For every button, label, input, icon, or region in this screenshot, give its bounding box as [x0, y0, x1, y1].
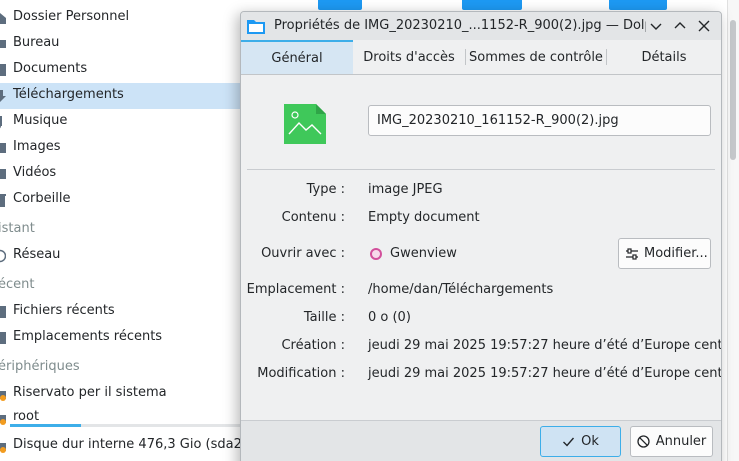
gwenview-icon: [370, 248, 382, 260]
desktop: Dossier Personnel Bureau Documents Téléc…: [0, 0, 739, 461]
modified-label: Modification :: [257, 366, 345, 381]
type-label: Type :: [306, 182, 345, 197]
folder-icon: [609, 0, 667, 10]
modify-button[interactable]: Modifier...: [618, 238, 711, 269]
place-trash[interactable]: Corbeille: [0, 187, 248, 213]
folder-icon: [318, 0, 362, 10]
file-name-field[interactable]: [368, 105, 711, 136]
type-value: image JPEG: [368, 182, 443, 197]
place-device-sda2[interactable]: Disque dur interne 476,3 Gio (sda2): [0, 433, 248, 459]
view-scrollbar-thumb[interactable]: [730, 20, 736, 160]
location-value: /home/dan/Téléchargements: [368, 282, 554, 297]
general-tab-content: Type : image JPEG Contenu : Empty docume…: [241, 75, 721, 420]
place-downloads[interactable]: Téléchargements: [0, 83, 248, 109]
music-icon: [0, 116, 2, 129]
tab-general[interactable]: Général: [241, 40, 353, 74]
tab-checksums[interactable]: Sommes de contrôle: [466, 40, 606, 74]
drive-icon: [0, 443, 6, 453]
checkmark-icon: [563, 437, 575, 447]
dolphin-app-icon: [247, 20, 265, 34]
properties-dialog: Propriétés de IMG_20230210_...1152-R_900…: [240, 11, 722, 461]
dialog-title: Propriétés de IMG_20230210_...1152-R_900…: [274, 18, 646, 33]
modified-value: jeudi 29 mai 2025 19:57:27 heure d’été d…: [368, 366, 722, 381]
places-header-recent: écent: [0, 277, 35, 292]
place-desktop[interactable]: Bureau: [0, 31, 248, 57]
open-with-label: Ouvrir avec :: [261, 246, 345, 261]
drive-icon: [0, 391, 6, 401]
content-value: Empty document: [368, 210, 480, 225]
open-with-value: Gwenview: [390, 246, 457, 261]
place-label: Corbeille: [13, 191, 71, 206]
places-header-remote: istant: [0, 221, 35, 236]
dialog-button-box: Ok Annuler: [241, 420, 721, 461]
divider: [247, 169, 715, 170]
drive-icon: [0, 415, 6, 425]
place-label: Disque dur interne 476,3 Gio (sda2): [13, 437, 247, 452]
desktop-icon: [0, 40, 6, 48]
location-label: Emplacement :: [246, 282, 345, 297]
videos-icon: [0, 169, 6, 179]
place-home[interactable]: Dossier Personnel: [0, 5, 248, 31]
cancel-button[interactable]: Annuler: [630, 426, 713, 457]
close-icon[interactable]: [695, 17, 713, 35]
place-label: Fichiers récents: [13, 303, 115, 318]
place-music[interactable]: Musique: [0, 109, 248, 135]
place-label: Images: [13, 139, 61, 154]
place-label: root: [13, 409, 40, 424]
cancel-icon: [637, 435, 650, 448]
place-images[interactable]: Images: [0, 135, 248, 161]
content-label: Contenu :: [281, 210, 345, 225]
images-icon: [0, 143, 6, 153]
place-recent-files[interactable]: Fichiers récents: [0, 299, 248, 325]
download-icon: [0, 90, 6, 102]
tab-bar: Général Droits d'accès Sommes de contrôl…: [241, 40, 721, 75]
created-value: jeudi 29 mai 2025 19:57:27 heure d’été d…: [368, 338, 722, 353]
place-label: Dossier Personnel: [13, 9, 130, 24]
root-usage-bar: [10, 424, 81, 427]
recent-files-icon: [0, 306, 6, 318]
place-label: Emplacements récents: [13, 329, 163, 344]
size-label: Taille :: [303, 310, 345, 325]
place-label: Riservato per il sistema: [13, 385, 167, 400]
size-value: 0 o (0): [368, 310, 411, 325]
place-label: Téléchargements: [13, 87, 124, 102]
chevron-up-icon[interactable]: [671, 17, 689, 35]
place-label: Musique: [13, 113, 68, 128]
place-label: Vidéos: [13, 165, 57, 180]
created-label: Création :: [281, 338, 345, 353]
places-panel: Dossier Personnel Bureau Documents Téléc…: [0, 0, 248, 461]
network-icon: [0, 249, 6, 263]
documents-icon: [0, 64, 6, 76]
chevron-down-icon[interactable]: [647, 17, 665, 35]
tab-details[interactable]: Détails: [607, 40, 721, 74]
dialog-titlebar[interactable]: Propriétés de IMG_20230210_...1152-R_900…: [241, 12, 721, 40]
image-file-icon: [284, 104, 326, 144]
place-documents[interactable]: Documents: [0, 57, 248, 83]
place-label: Bureau: [13, 35, 60, 50]
settings-sliders-icon: [626, 247, 638, 260]
trash-icon: [0, 194, 6, 207]
place-device-root[interactable]: root: [0, 405, 248, 431]
tab-permissions[interactable]: Droits d'accès: [353, 40, 465, 74]
home-icon: [0, 13, 6, 24]
place-network[interactable]: Réseau: [0, 243, 248, 269]
place-recent-locations[interactable]: Emplacements récents: [0, 325, 248, 351]
place-device-reserved[interactable]: Riservato per il sistema: [0, 381, 248, 407]
place-videos[interactable]: Vidéos: [0, 161, 248, 187]
ok-button[interactable]: Ok: [540, 426, 621, 457]
recent-locations-icon: [0, 332, 6, 344]
places-header-devices: ériphériques: [0, 359, 80, 374]
folder-icon: [462, 0, 522, 10]
place-label: Documents: [13, 61, 88, 76]
place-label: Réseau: [13, 247, 61, 262]
